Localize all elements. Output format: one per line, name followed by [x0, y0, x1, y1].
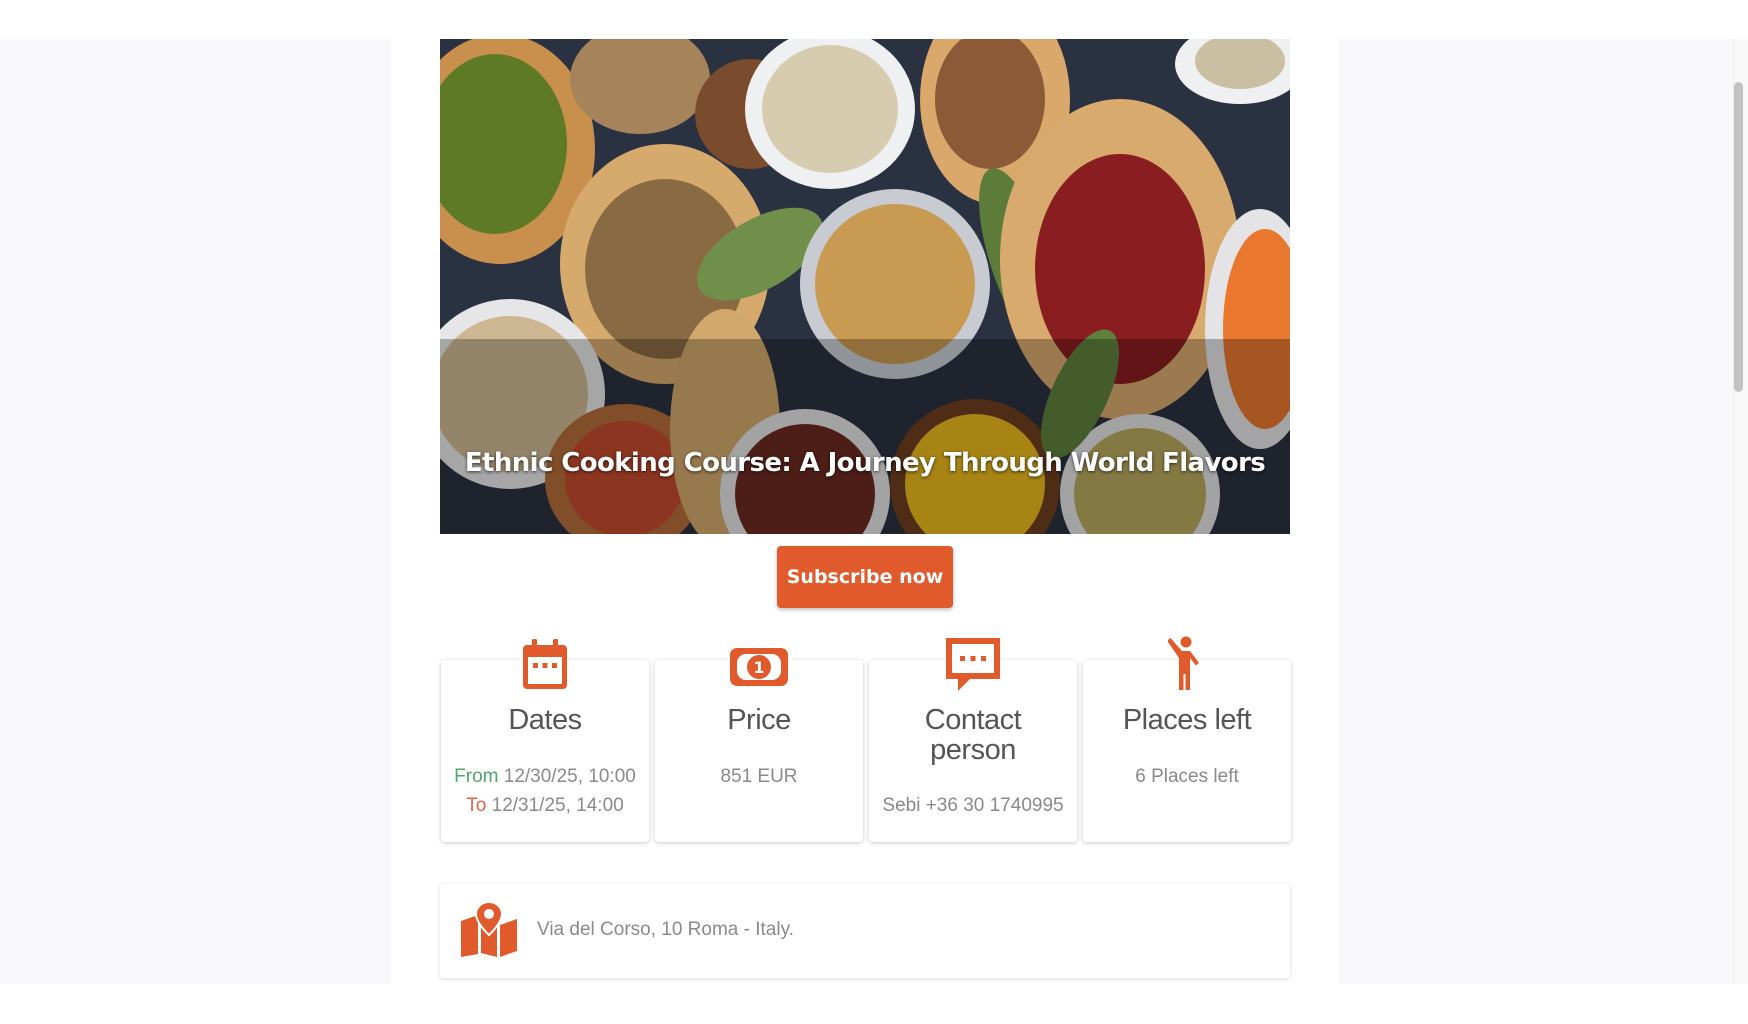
map-pin-icon: [459, 901, 519, 957]
dates-title: Dates: [508, 704, 582, 736]
svg-text:1: 1: [753, 658, 764, 677]
price-title: Price: [727, 704, 791, 736]
dates-card: Dates From 12/30/25, 10:00 To 12/31/25, …: [441, 639, 649, 842]
contact-title-line1: Contact: [924, 704, 1022, 736]
money-icon: 1: [729, 636, 789, 694]
location-box: Via del Corso, 10 Roma - Italy.: [440, 884, 1290, 978]
contact-card: Contact person Sebi +36 30 1740995: [869, 638, 1077, 842]
to-value: 12/31/25, 14:00: [491, 795, 624, 816]
hero-banner: Ethnic Cooking Course: A Journey Through…: [440, 39, 1290, 534]
scrollbar-thumb[interactable]: [1734, 82, 1743, 392]
contact-value[interactable]: Sebi +36 30 1740995: [869, 795, 1077, 817]
places-value: 6 Places left: [1135, 766, 1239, 787]
contact-title-line2: person: [930, 734, 1016, 766]
subscribe-button[interactable]: Subscribe now: [777, 546, 953, 608]
person-icon: [1157, 636, 1217, 694]
places-card: Places left 6 Places left: [1083, 636, 1291, 842]
date-from: From 12/30/25, 10:00: [441, 766, 649, 788]
price-card: 1 Price 851 EUR: [655, 648, 863, 842]
calendar-icon: [515, 636, 575, 694]
from-value: 12/30/25, 10:00: [503, 766, 636, 787]
page-title: Ethnic Cooking Course: A Journey Through…: [464, 448, 1266, 478]
places-title: Places left: [1122, 704, 1252, 736]
hero-title-shade: [440, 339, 1290, 534]
price-value: 851 EUR: [720, 766, 798, 787]
chat-icon: [943, 636, 1003, 694]
date-to: To 12/31/25, 14:00: [441, 795, 649, 817]
address-text: Via del Corso, 10 Roma - Italy.: [537, 919, 794, 940]
to-label: To: [466, 795, 487, 816]
from-label: From: [454, 766, 499, 787]
